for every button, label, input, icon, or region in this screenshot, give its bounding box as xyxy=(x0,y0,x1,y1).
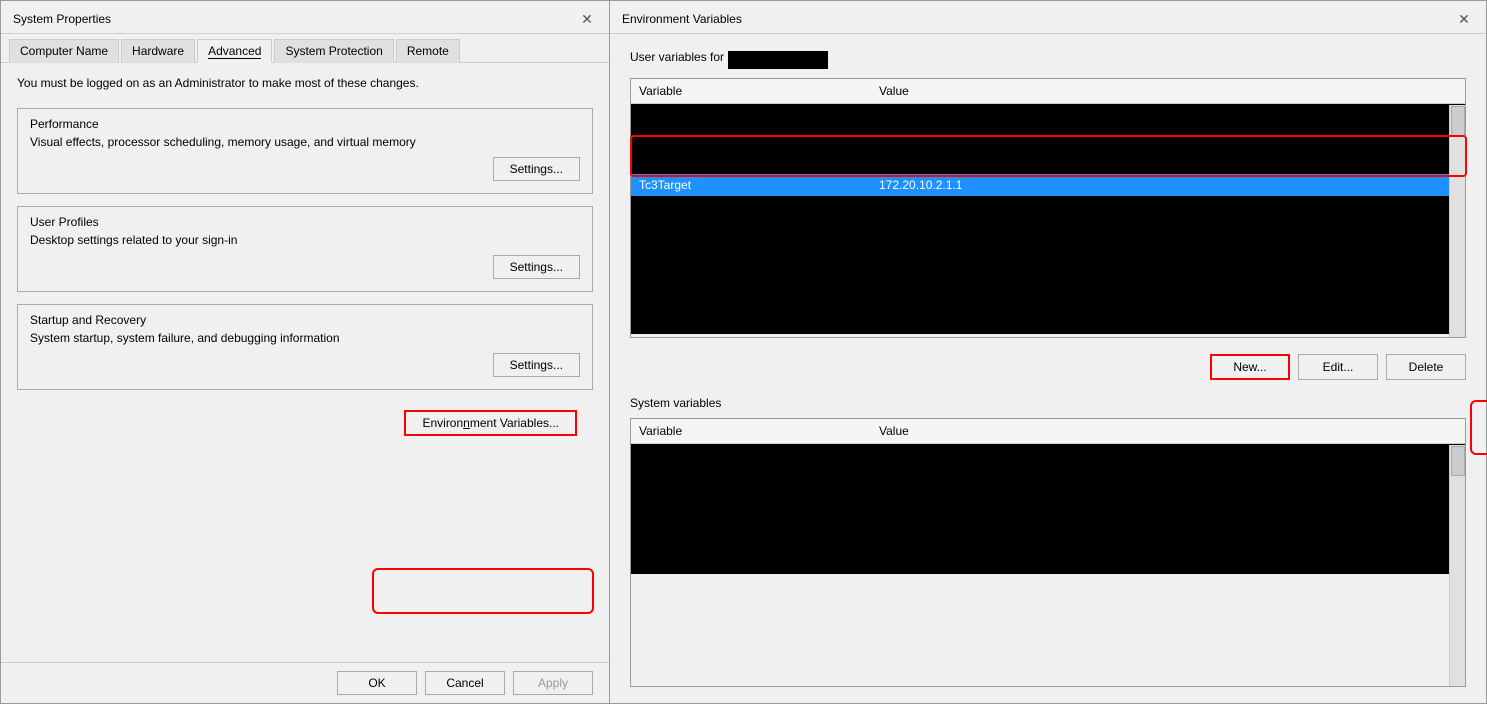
startup-recovery-desc: System startup, system failure, and debu… xyxy=(30,331,580,345)
sys-vars-header: System variables xyxy=(630,396,1466,410)
user-vars-action-row: New... Edit... Delete xyxy=(630,354,1466,380)
system-properties-close-button[interactable]: ✕ xyxy=(577,9,597,29)
user-profiles-desc: Desktop settings related to your sign-in xyxy=(30,233,580,247)
system-properties-body: You must be logged on as an Administrato… xyxy=(1,63,609,662)
sys-vars-scrollbar[interactable] xyxy=(1449,445,1465,686)
env-vars-btn-row: Environnment Variables... xyxy=(17,402,593,440)
system-properties-titlebar: System Properties ✕ xyxy=(1,1,609,34)
tab-computer-name[interactable]: Computer Name xyxy=(9,39,119,63)
system-properties-tabbar: Computer Name Hardware Advanced System P… xyxy=(1,34,609,63)
startup-recovery-settings-button[interactable]: Settings... xyxy=(493,353,580,377)
user-vars-table-body: Tc3Target 172.20.10.2.1.1 xyxy=(631,104,1465,334)
tab-advanced[interactable]: Advanced xyxy=(197,39,272,63)
user-vars-label: User variables for xyxy=(630,50,724,64)
value-column-header: Value xyxy=(871,82,1449,100)
tc3target-value-cell: 172.20.10.2.1.1 xyxy=(879,178,1457,192)
sys-vars-table-body xyxy=(631,444,1465,574)
env-title: Environment Variables xyxy=(622,12,742,26)
env-close-button[interactable]: ✕ xyxy=(1454,9,1474,29)
tab-remote[interactable]: Remote xyxy=(396,39,460,63)
user-vars-header: User variables for xyxy=(630,50,1466,70)
performance-desc: Visual effects, processor scheduling, me… xyxy=(30,135,580,149)
user-name-box xyxy=(728,51,828,69)
sys-value-column-header: Value xyxy=(871,422,1449,440)
user-profiles-title: User Profiles xyxy=(30,215,580,229)
user-vars-scrollbar[interactable] xyxy=(1449,105,1465,337)
system-properties-title: System Properties xyxy=(13,12,111,26)
performance-settings-button[interactable]: Settings... xyxy=(493,157,580,181)
sys-vars-table-header: Variable Value xyxy=(631,419,1465,444)
ok-button[interactable]: OK xyxy=(337,671,417,695)
tab-hardware[interactable]: Hardware xyxy=(121,39,195,63)
performance-title: Performance xyxy=(30,117,580,131)
env-body: User variables for Variable Value Tc3Tar… xyxy=(610,34,1486,703)
user-vars-scrollbar-thumb[interactable] xyxy=(1451,106,1465,136)
edit-user-var-button[interactable]: Edit... xyxy=(1298,354,1378,380)
tab-system-protection[interactable]: System Protection xyxy=(274,39,393,63)
user-vars-table-header: Variable Value xyxy=(631,79,1465,104)
performance-section: Performance Visual effects, processor sc… xyxy=(17,108,593,194)
tc3target-variable-cell: Tc3Target xyxy=(639,178,879,192)
user-profiles-section: User Profiles Desktop settings related t… xyxy=(17,206,593,292)
apply-button[interactable]: Apply xyxy=(513,671,593,695)
startup-recovery-title: Startup and Recovery xyxy=(30,313,580,327)
user-profiles-settings-button[interactable]: Settings... xyxy=(493,255,580,279)
user-vars-table[interactable]: Variable Value Tc3Target 172.20.10.2.1.1 xyxy=(630,78,1466,338)
sys-vars-scrollbar-thumb[interactable] xyxy=(1451,446,1465,476)
user-vars-row-tc3target[interactable]: Tc3Target 172.20.10.2.1.1 xyxy=(631,174,1465,196)
sys-variable-column-header: Variable xyxy=(631,422,871,440)
env-titlebar: Environment Variables ✕ xyxy=(610,1,1486,34)
environment-variables-dialog: Environment Variables ✕ User variables f… xyxy=(610,0,1487,704)
startup-recovery-section: Startup and Recovery System startup, sys… xyxy=(17,304,593,390)
sys-vars-label: System variables xyxy=(630,396,721,410)
admin-note: You must be logged on as an Administrato… xyxy=(17,75,593,92)
variable-column-header: Variable xyxy=(631,82,871,100)
system-properties-footer: OK Cancel Apply xyxy=(1,662,609,703)
delete-user-var-button[interactable]: Delete xyxy=(1386,354,1466,380)
sys-vars-table[interactable]: Variable Value xyxy=(630,418,1466,687)
environment-variables-button[interactable]: Environnment Variables... xyxy=(404,410,577,436)
cancel-button[interactable]: Cancel xyxy=(425,671,505,695)
new-user-var-button[interactable]: New... xyxy=(1210,354,1290,380)
